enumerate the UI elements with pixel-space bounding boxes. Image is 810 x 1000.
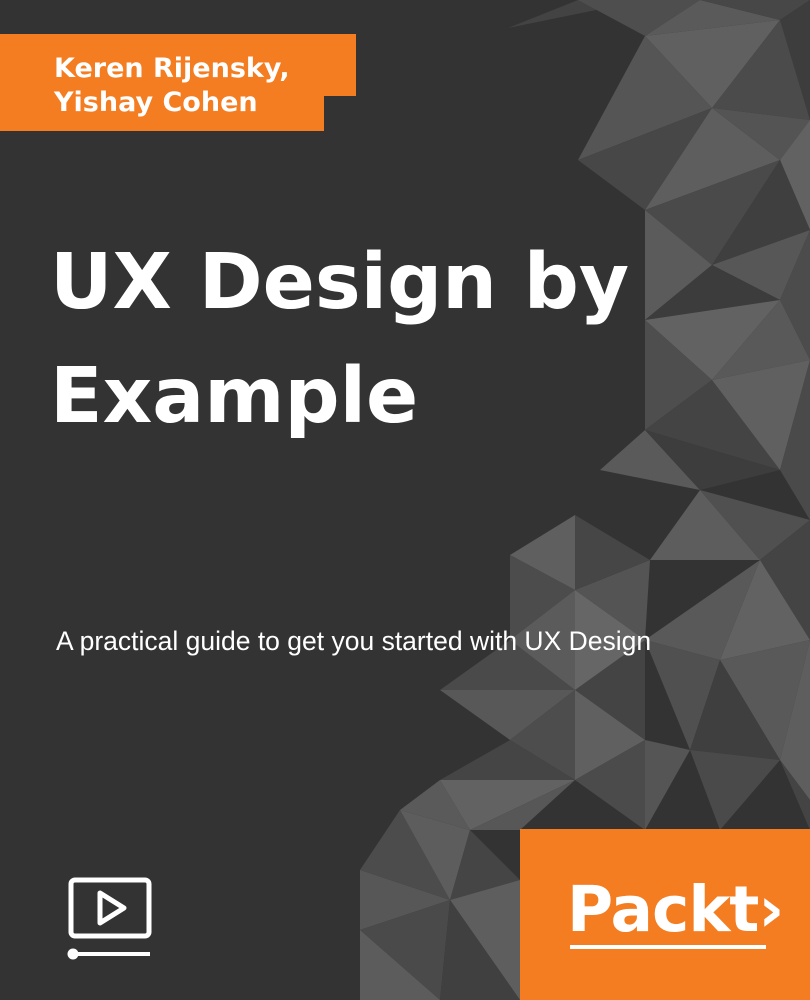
publisher-logo-box: Packt›: [520, 829, 810, 1000]
book-title: UX Design by Example: [50, 226, 750, 454]
author-name-2: Yishay Cohen: [54, 87, 258, 118]
publisher-logo-arrow-icon: ›: [758, 873, 784, 946]
publisher-logo: Packt›: [567, 873, 784, 947]
author-name-1: Keren Rijensky,: [54, 53, 290, 84]
video-play-icon: [67, 877, 152, 960]
publisher-logo-word: Packt: [567, 873, 759, 946]
book-cover: Keren Rijensky, Yishay Cohen UX Design b…: [0, 0, 810, 1000]
book-title-line-2: Example: [50, 352, 419, 441]
book-subtitle: A practical guide to get you started wit…: [56, 626, 652, 656]
author-banner: Keren Rijensky, Yishay Cohen: [0, 34, 356, 131]
book-title-line-1: UX Design by: [50, 238, 630, 327]
publisher-logo-underline: [570, 945, 766, 949]
